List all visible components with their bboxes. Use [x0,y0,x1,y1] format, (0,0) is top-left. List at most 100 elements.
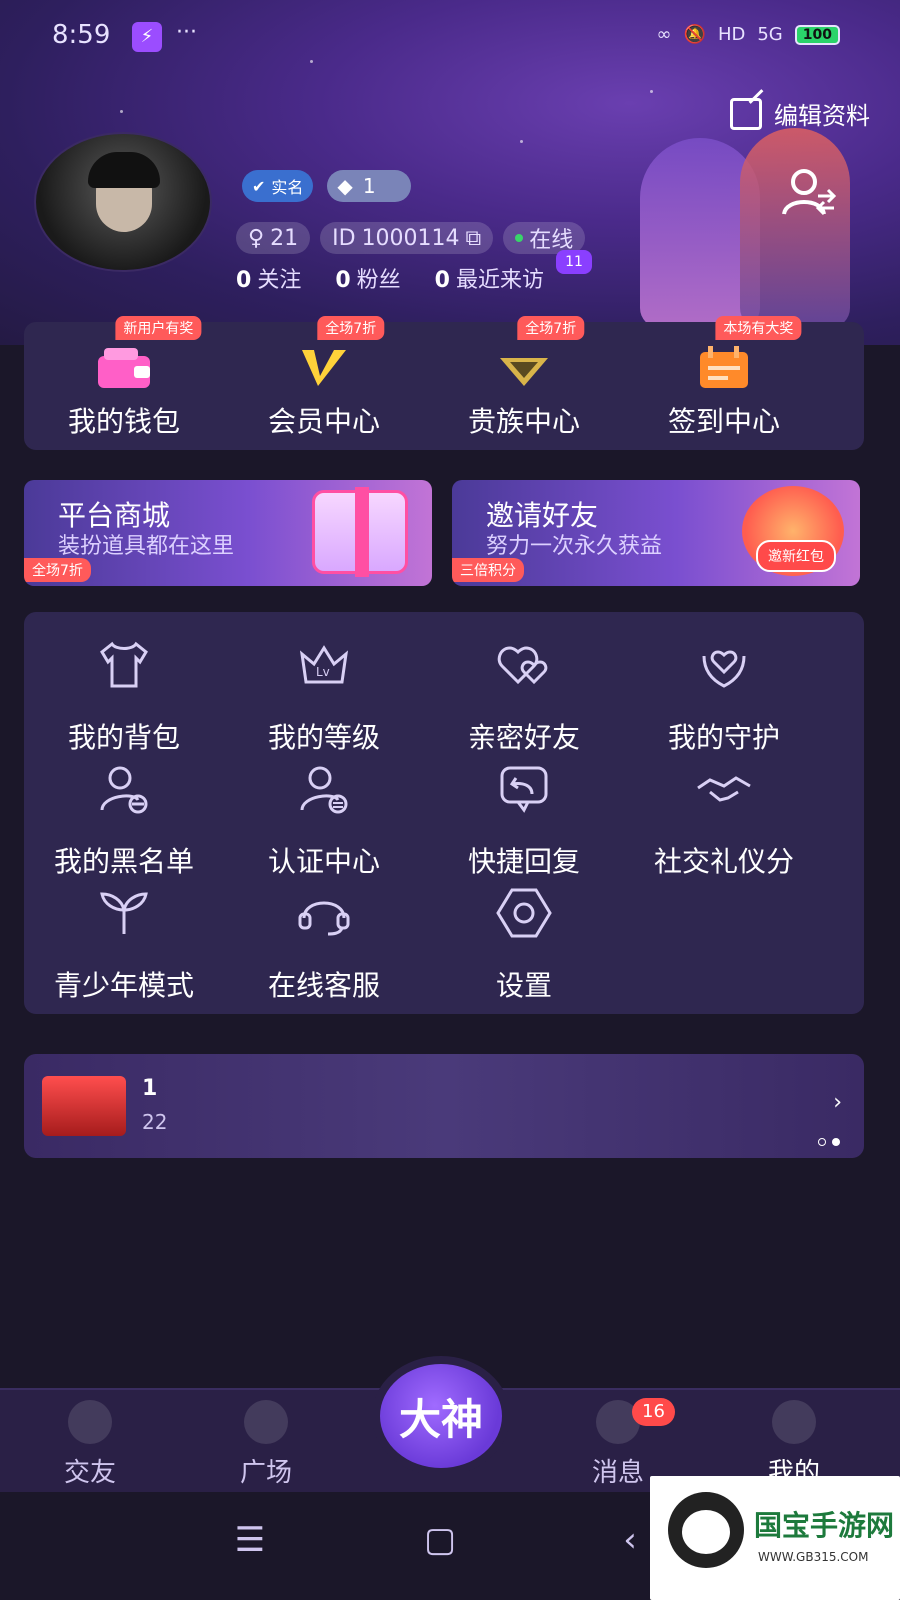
vip-center-button[interactable]: 全场7折 会员中心 [224,316,424,450]
couple-illustration [630,128,870,328]
diamond-icon: ◆ [337,174,353,198]
noble-label: 贵族中心 [467,405,580,438]
quick-reply-menu-item[interactable]: 快捷回复 [424,754,624,878]
settings-label: 设置 [495,969,552,1002]
gender-level-chip: ♀ 21 [236,222,311,254]
hd-icon: HD [717,24,746,45]
banner-pagination [818,1138,840,1146]
wallet-icon [98,348,150,388]
fans-stat[interactable]: 0 粉丝 [335,262,400,294]
social-etiquette-menu-item[interactable]: 社交礼仪分 [624,754,824,878]
wallet-tag: 新用户有奖 [115,316,202,340]
verified-label: 实名 [271,178,304,197]
shop-tag: 全场7折 [24,558,91,582]
checkin-center-button[interactable]: 本场有大奖 签到中心 [624,316,824,450]
switch-account-icon[interactable] [782,168,838,218]
copy-icon[interactable]: ⧉ [466,226,482,251]
tab-friends-label: 交友 [63,1458,116,1488]
panda-logo-icon [668,1492,744,1568]
checkin-label: 签到中心 [667,405,780,438]
platform-shop-card[interactable]: 平台商城 装扮道具都在这里 全场7折 [24,480,432,586]
calendar-icon [700,346,748,388]
shop-subtitle: 装扮道具都在这里 [58,534,235,559]
blacklist-label: 我的黑名单 [53,845,194,878]
invite-friends-card[interactable]: 邀请好友 努力一次永久获益 三倍积分 邀新红包 [452,480,860,586]
online-dot-icon [515,234,524,242]
customer-service-menu-item[interactable]: 在线客服 [224,878,424,1002]
customer-service-label: 在线客服 [267,969,380,1002]
level-menu-item[interactable]: Lv 我的等级 [224,630,424,754]
activity-banner[interactable]: 1 22 › [24,1054,864,1158]
visitors-stat[interactable]: 0 最近来访 [435,262,544,294]
vip-tag: 全场7折 [317,316,385,340]
edit-profile-label: 编辑资料 [774,102,870,130]
pagination-dot[interactable] [818,1138,826,1146]
star-decoration [120,110,123,113]
tab-plaza-label: 广场 [239,1458,292,1488]
avatar[interactable] [34,132,212,272]
diamond-count: 1 [362,174,376,198]
link-icon: ∞ [656,24,672,45]
messages-badge: 16 [632,1398,675,1426]
teen-mode-menu-item[interactable]: 青少年模式 [24,878,224,1002]
banner-subtitle: 22 [142,1110,168,1134]
pagination-dot-active[interactable] [832,1138,840,1146]
follow-stat[interactable]: 0 关注 [236,262,301,294]
wallet-button[interactable]: 新用户有奖 我的钱包 [24,316,224,450]
invite-subtitle: 努力一次永久获益 [486,534,663,559]
quick-reply-label: 快捷回复 [467,845,580,878]
status-icons: ∞ 🔕 HD 5G 100 [657,24,840,45]
verified-badge: ✔ 实名 [242,170,314,202]
me-icon [772,1400,816,1444]
user-stats: 0 关注 0 粉丝 0 最近来访 [236,262,544,294]
backpack-label: 我的背包 [67,721,180,754]
level-label: 我的等级 [267,721,380,754]
settings-menu-item[interactable]: 设置 [424,878,624,1002]
teen-mode-label: 青少年模式 [53,969,194,1002]
vip-icon [302,350,346,386]
star-decoration [650,90,653,93]
more-notifications-icon: ··· [176,20,197,45]
shield-check-icon: ✔ [252,176,266,196]
star-decoration [520,140,523,143]
features-menu: 我的背包 Lv 我的等级 亲密好友 我的守护 我的黑名单 认证中心 快捷回复 社… [24,612,864,1014]
signal-icon: 5G [757,24,783,45]
level-crown-icon: Lv [299,645,349,684]
tab-plaza[interactable]: 广场 [206,1400,326,1490]
quick-reply-icon [500,766,548,813]
chevron-right-icon[interactable]: › [833,1090,842,1115]
tab-friends[interactable]: 交友 [30,1400,150,1490]
app-notification-icon: ⚡ [132,22,162,52]
quick-actions-card: 新用户有奖 我的钱包 全场7折 会员中心 全场7折 贵族中心 本场有大奖 签到中… [24,316,864,450]
female-icon: ♀ [248,225,265,251]
user-info-chips: ♀ 21 ID 1000114 ⧉ 在线 [236,222,586,254]
menu-icon[interactable]: ☰ [220,1520,280,1570]
close-friends-menu-item[interactable]: 亲密好友 [424,630,624,754]
banner-thumbnail [42,1076,126,1136]
vip-label: 会员中心 [267,405,380,438]
status-time: 8:59 [52,20,111,50]
user-id-chip[interactable]: ID 1000114 ⧉ [320,222,494,254]
id-icon: ID [332,225,356,251]
guard-menu-item[interactable]: 我的守护 [624,630,824,754]
verification-menu-item[interactable]: 认证中心 [224,754,424,878]
verification-label: 认证中心 [267,845,380,878]
center-tab-button[interactable]: 大神 [372,1356,510,1476]
watermark-text: 国宝手游网 [754,1509,895,1542]
guard-label: 我的守护 [667,721,780,754]
headset-icon [298,901,350,936]
settings-icon [496,888,552,938]
noble-center-button[interactable]: 全场7折 贵族中心 [424,316,624,450]
edit-profile-button[interactable]: 编辑资料 [730,96,870,131]
tshirt-icon [100,641,148,688]
home-icon[interactable]: ▢ [410,1520,470,1570]
invite-tag: 三倍积分 [452,558,524,582]
status-bar: 8:59 ⚡ ··· ∞ 🔕 HD 5G 100 [0,0,900,74]
banner-title: 1 [142,1076,158,1101]
blacklist-menu-item[interactable]: 我的黑名单 [24,754,224,878]
backpack-menu-item[interactable]: 我的背包 [24,630,224,754]
diamond-badge: ◆ 1 [327,170,412,202]
hearts-icon [497,646,548,685]
redpack-label: 邀新红包 [756,540,836,572]
level-value: 21 [270,225,299,251]
